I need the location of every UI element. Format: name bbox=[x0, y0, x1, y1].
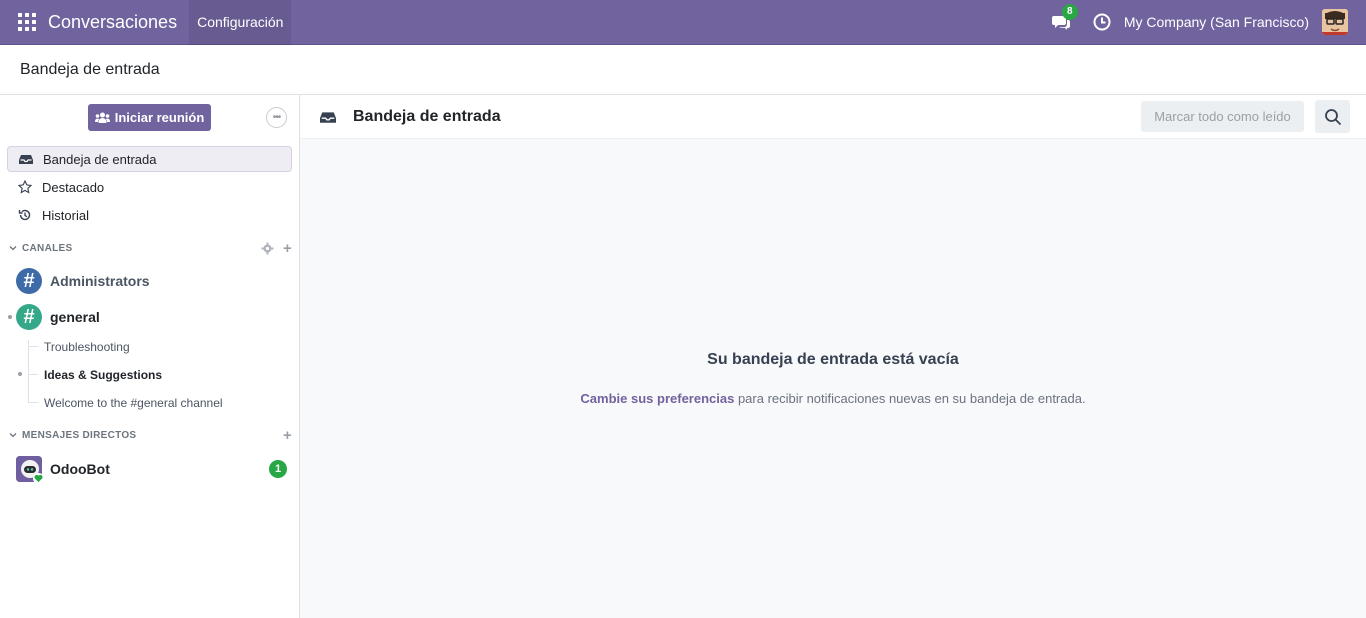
channel-settings-gear-icon[interactable] bbox=[261, 242, 274, 255]
mailbox-history[interactable]: Historial bbox=[7, 202, 292, 228]
mailbox-inbox[interactable]: Bandeja de entrada bbox=[7, 146, 292, 172]
channel-item-administrators[interactable]: # Administrators bbox=[0, 266, 300, 296]
start-meeting-button[interactable]: Iniciar reunión bbox=[88, 104, 211, 131]
online-status-heart-icon bbox=[33, 473, 44, 484]
thread-connector bbox=[28, 346, 38, 347]
messaging-menu[interactable]: 8 bbox=[1051, 4, 1078, 32]
start-meeting-label: Iniciar reunión bbox=[114, 110, 205, 125]
breadcrumb: Bandeja de entrada bbox=[20, 60, 160, 78]
app-title[interactable]: Conversaciones bbox=[48, 12, 177, 33]
unread-indicator bbox=[18, 372, 22, 376]
mailbox-label: Bandeja de entrada bbox=[43, 151, 157, 167]
channel-item-general[interactable]: # general bbox=[0, 302, 300, 332]
channel-hash-icon: # bbox=[16, 304, 42, 330]
apps-menu-icon[interactable] bbox=[18, 13, 36, 31]
more-options-button[interactable]: ••• bbox=[266, 107, 287, 128]
discuss-sidebar: Iniciar reunión ••• Bandeja de entrada D… bbox=[0, 95, 300, 618]
star-icon bbox=[18, 180, 32, 194]
channel-name: general bbox=[50, 309, 100, 325]
thread-item-troubleshooting[interactable]: Troubleshooting bbox=[44, 336, 130, 358]
thread-tree-line bbox=[28, 340, 29, 402]
search-icon bbox=[1324, 108, 1341, 125]
dm-unread-counter-badge: 1 bbox=[269, 460, 287, 478]
channel-hash-icon: # bbox=[16, 268, 42, 294]
menu-configuration[interactable]: Configuración bbox=[189, 0, 292, 45]
company-switcher[interactable]: My Company (San Francisco) bbox=[1124, 14, 1309, 30]
empty-inbox-text: para recibir notificaciones nuevas en su… bbox=[734, 391, 1086, 406]
thread-item-ideas-suggestions[interactable]: Ideas & Suggestions bbox=[44, 364, 162, 386]
inbox-icon bbox=[320, 111, 336, 123]
mailbox-starred[interactable]: Destacado bbox=[7, 174, 292, 200]
dm-item-odoobot[interactable]: OdooBot 1 bbox=[0, 454, 300, 484]
thread-connector bbox=[28, 402, 38, 403]
mark-all-read-button[interactable]: Marcar todo como leído bbox=[1141, 101, 1304, 132]
mailbox-label: Destacado bbox=[42, 179, 105, 195]
unread-indicator bbox=[8, 315, 12, 319]
change-preferences-link[interactable]: Cambie sus preferencias bbox=[580, 391, 734, 406]
thread-header: Bandeja de entrada Marcar todo como leíd… bbox=[300, 95, 1366, 139]
dm-name: OdooBot bbox=[50, 461, 110, 477]
direct-messages-category-actions: + bbox=[283, 428, 292, 443]
chevron-down-icon bbox=[9, 246, 17, 251]
thread-view: Bandeja de entrada Marcar todo como leíd… bbox=[300, 95, 1366, 618]
inbox-icon bbox=[19, 155, 33, 164]
add-direct-message-plus-icon[interactable]: + bbox=[283, 428, 292, 443]
channels-category-header[interactable]: CANALES + bbox=[8, 239, 292, 257]
channels-category-actions: + bbox=[261, 241, 292, 256]
channel-name: Administrators bbox=[50, 273, 150, 289]
user-avatar-image bbox=[1322, 9, 1348, 35]
direct-messages-category-label: MENSAJES DIRECTOS bbox=[22, 429, 137, 441]
user-avatar[interactable] bbox=[1322, 9, 1348, 35]
mailbox-label: Historial bbox=[42, 207, 89, 223]
empty-inbox-title: Su bandeja de entrada está vacía bbox=[707, 351, 959, 368]
search-button[interactable] bbox=[1315, 100, 1350, 133]
top-navbar: Conversaciones Configuración 8 My Compan… bbox=[0, 0, 1366, 45]
direct-messages-category-header[interactable]: MENSAJES DIRECTOS + bbox=[8, 426, 292, 444]
thread-title: Bandeja de entrada bbox=[353, 107, 501, 125]
users-icon bbox=[94, 112, 110, 123]
empty-inbox-message: Cambie sus preferencias para recibir not… bbox=[300, 391, 1366, 406]
navbar-systray: 8 My Company (San Francisco) bbox=[1051, 0, 1366, 45]
channels-category-label: CANALES bbox=[22, 242, 73, 254]
thread-item-welcome[interactable]: Welcome to the #general channel bbox=[44, 392, 223, 414]
history-icon bbox=[18, 209, 31, 221]
add-channel-plus-icon[interactable]: + bbox=[283, 241, 292, 256]
odoobot-avatar bbox=[16, 456, 44, 484]
activity-clock-icon[interactable] bbox=[1093, 13, 1111, 31]
messaging-counter-badge: 8 bbox=[1061, 4, 1078, 20]
control-panel: Bandeja de entrada bbox=[0, 45, 1366, 95]
chevron-down-icon bbox=[9, 433, 17, 438]
thread-connector bbox=[28, 374, 38, 375]
